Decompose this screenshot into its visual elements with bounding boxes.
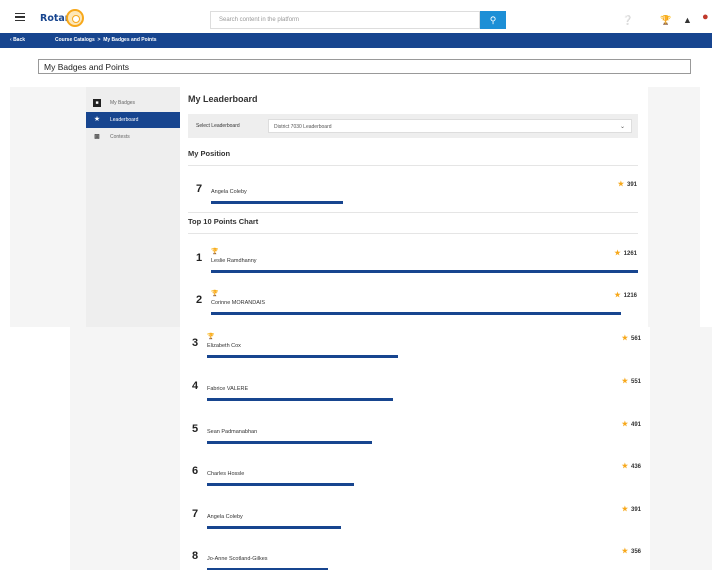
breadcrumb-bar: ‹ Back Course Catalogs > My Badges and P… xyxy=(0,33,712,48)
points-number: 356 xyxy=(630,549,641,555)
breadcrumb: Course Catalogs > My Badges and Points xyxy=(55,37,157,43)
back-label: Back xyxy=(13,37,26,43)
chevron-down-icon: ⌄ xyxy=(619,124,625,130)
rotary-wheel-icon xyxy=(66,9,84,27)
main-panel-lower xyxy=(180,327,648,570)
trophy-icon: 🏆 xyxy=(211,249,219,255)
points-number: 436 xyxy=(630,464,641,470)
leaderboard-heading: My Leaderboard xyxy=(188,94,258,104)
leaderboard-select-label: Select Leaderboard xyxy=(196,123,240,129)
star-icon: ★ xyxy=(621,548,628,555)
right-background xyxy=(650,327,712,570)
points-progress-bar xyxy=(207,483,354,486)
sidebar-item-contests[interactable]: ▩ Contests xyxy=(86,129,180,145)
points-number: 391 xyxy=(626,182,637,188)
rank-number: 8 xyxy=(192,550,199,562)
top10-heading: Top 10 Points Chart xyxy=(188,217,259,226)
member-name: Elizabeth Cox xyxy=(207,343,241,349)
member-name: Fabrice VALERE xyxy=(207,386,249,392)
star-icon: ★ xyxy=(93,116,101,123)
back-button[interactable]: ‹ Back xyxy=(10,37,25,43)
star-icon: ★ xyxy=(614,250,621,257)
rank-number: 4 xyxy=(192,380,199,392)
points-value: ★ 391 xyxy=(601,505,641,513)
sidebar-item-my-badges[interactable]: ■ My Badges xyxy=(86,95,180,111)
rank-number: 6 xyxy=(192,465,199,477)
points-progress-bar xyxy=(211,270,638,273)
points-number: 1261 xyxy=(623,251,637,257)
help-icon[interactable]: ❔ xyxy=(622,15,633,26)
points-progress-bar xyxy=(207,398,393,401)
bell-icon[interactable]: ▲ xyxy=(683,15,692,25)
leaderboard-select-row: Select Leaderboard District 7030 Leaderb… xyxy=(188,114,638,138)
trophy-icon[interactable]: 🏆 xyxy=(660,15,671,26)
top-bar: Rotary Search content in the platform ⚲ … xyxy=(0,0,712,33)
member-name: Corinne MORANDAIS xyxy=(211,300,266,306)
points-number: 491 xyxy=(630,422,641,428)
star-icon: ★ xyxy=(621,421,628,428)
search-button[interactable]: ⚲ xyxy=(480,11,506,29)
member-name: Leslie Ramdhanny xyxy=(211,258,257,264)
sidebar-item-label: Contests xyxy=(110,134,130,140)
points-number: 561 xyxy=(630,336,641,342)
rank-number: 2 xyxy=(196,294,203,306)
points-progress-bar xyxy=(207,355,398,358)
star-icon: ★ xyxy=(621,378,628,385)
rank-number: 7 xyxy=(192,508,199,520)
divider xyxy=(188,212,638,213)
rank-number: 5 xyxy=(192,423,199,435)
points-value: ★ 1261 xyxy=(597,249,637,257)
divider xyxy=(188,165,638,166)
sidebar: ■ My Badges ★ Leaderboard ▩ Contests xyxy=(86,87,180,327)
member-name: Jo-Anne Scotland-Gilkes xyxy=(207,556,268,562)
points-value: ★ 491 xyxy=(601,420,641,428)
divider xyxy=(188,233,638,234)
star-icon: ★ xyxy=(621,506,628,513)
badge-icon: ■ xyxy=(93,99,101,107)
breadcrumb-course-catalogs[interactable]: Course Catalogs xyxy=(55,37,95,43)
star-icon: ★ xyxy=(621,335,628,342)
member-name: Angela Coleby xyxy=(211,189,247,195)
leaderboard-selected-value: District 7030 Leaderboard xyxy=(274,124,332,130)
points-progress-bar xyxy=(207,526,341,529)
points-number: 1216 xyxy=(623,293,637,299)
sidebar-item-label: Leaderboard xyxy=(110,117,139,123)
rank-number: 7 xyxy=(196,183,203,195)
left-background xyxy=(70,327,180,570)
page-title: My Badges and Points xyxy=(38,59,691,74)
rank-number: 3 xyxy=(192,337,199,349)
leaderboard-select[interactable]: District 7030 Leaderboard ⌄ xyxy=(268,119,632,133)
sidebar-item-label: My Badges xyxy=(110,100,136,106)
search-input[interactable]: Search content in the platform xyxy=(210,11,480,29)
user-avatar-icon[interactable]: ● xyxy=(702,11,709,23)
star-icon: ★ xyxy=(614,292,621,299)
breadcrumb-current: My Badges and Points xyxy=(103,37,157,43)
points-value: ★ 551 xyxy=(601,377,641,385)
sidebar-item-leaderboard[interactable]: ★ Leaderboard xyxy=(86,112,180,128)
search-icon: ⚲ xyxy=(489,15,497,25)
breadcrumb-separator: > xyxy=(97,37,101,43)
points-number: 551 xyxy=(630,379,641,385)
points-value: ★ 436 xyxy=(601,462,641,470)
trophy-icon: 🏆 xyxy=(211,291,219,297)
points-progress-bar xyxy=(207,441,372,444)
menu-icon[interactable] xyxy=(15,13,25,22)
podium-icon: ▩ xyxy=(94,134,100,140)
trophy-icon: 🏆 xyxy=(207,334,215,340)
member-name: Angela Coleby xyxy=(207,514,243,520)
member-name: Sean Padmanabhan xyxy=(207,429,258,435)
points-value: ★ 391 xyxy=(597,180,637,188)
points-value: ★ 356 xyxy=(601,547,641,555)
points-number: 391 xyxy=(630,507,641,513)
points-progress-bar xyxy=(211,312,621,315)
points-progress-bar xyxy=(211,201,343,204)
star-icon: ★ xyxy=(621,463,628,470)
points-value: ★ 561 xyxy=(601,334,641,342)
my-position-heading: My Position xyxy=(188,149,231,158)
member-name: Charles Hossle xyxy=(207,471,245,477)
rank-number: 1 xyxy=(196,252,203,264)
points-value: ★ 1216 xyxy=(597,291,637,299)
star-icon: ★ xyxy=(617,181,624,188)
